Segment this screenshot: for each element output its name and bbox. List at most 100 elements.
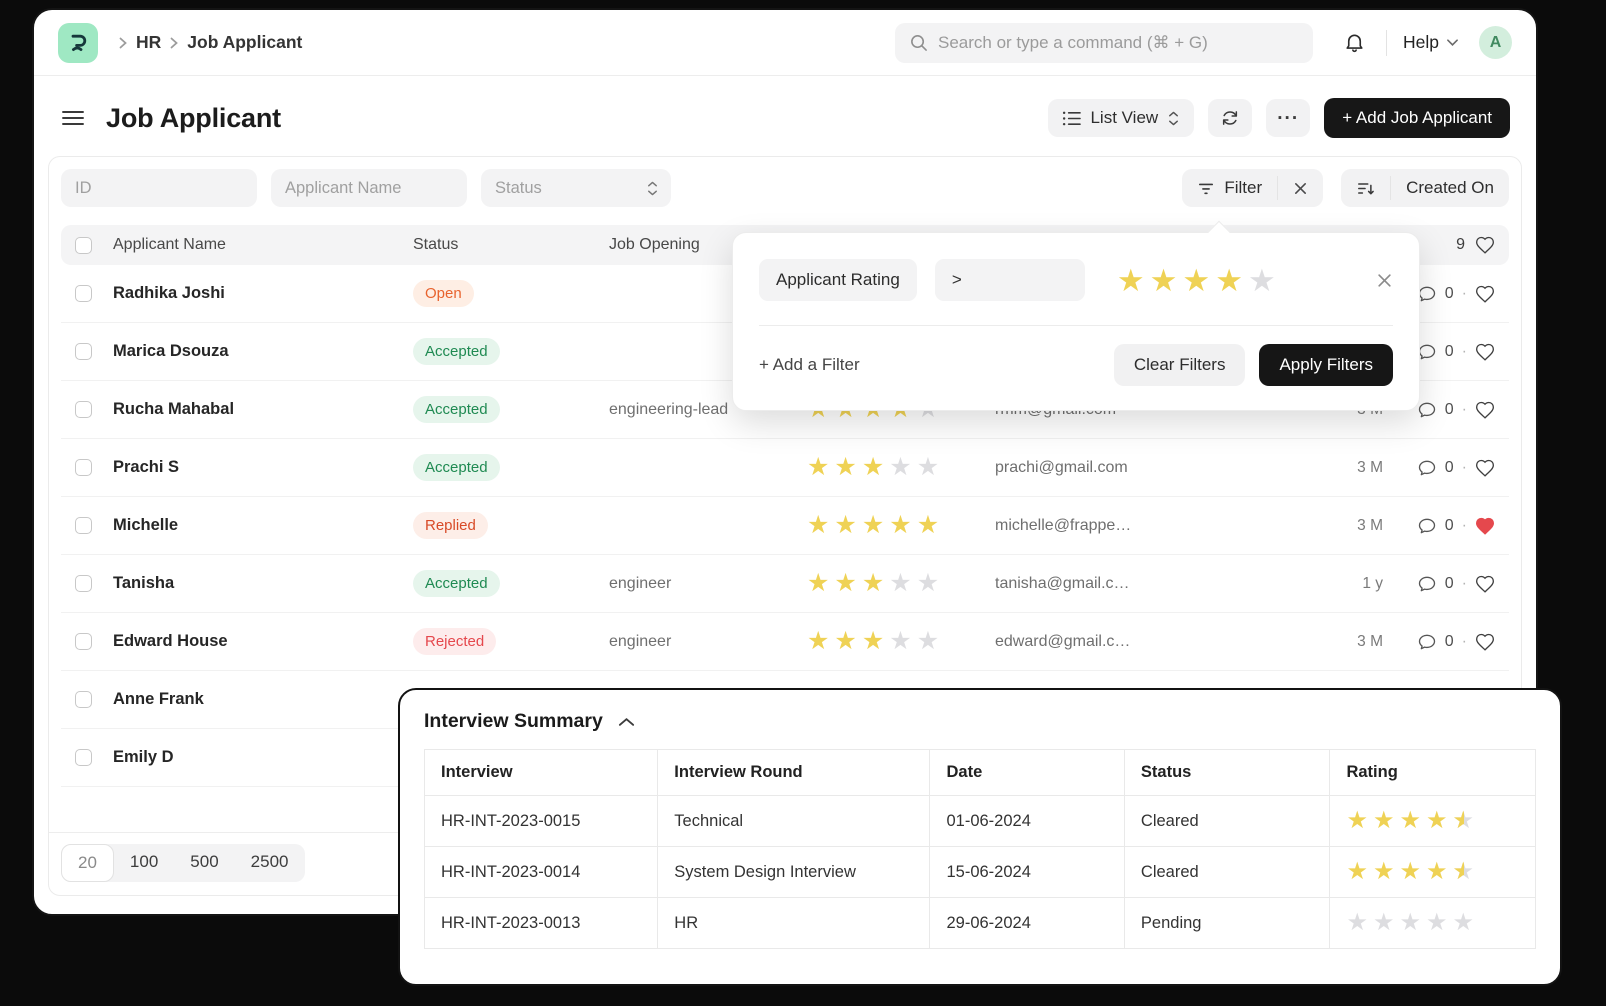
add-job-applicant-button[interactable]: + Add Job Applicant	[1324, 98, 1510, 138]
table-row[interactable]: Edward House Rejected engineer ★ ★ ★ ★ ★ edw…	[61, 613, 1509, 671]
row-checkbox[interactable]	[75, 285, 92, 302]
row-rating: ★★★★★	[807, 511, 940, 539]
table-row[interactable]: Tanisha Accepted engineer ★ ★ ★ ★ ★ tanisha@…	[61, 555, 1509, 613]
interview-table-row[interactable]: HR-INT-2023-0014 System Design Interview…	[423, 846, 1536, 898]
interview-summary-header[interactable]: Interview Summary	[424, 710, 1536, 733]
row-checkbox[interactable]	[75, 691, 92, 708]
user-avatar[interactable]: A	[1479, 26, 1512, 59]
interview-status: Cleared	[1123, 846, 1331, 898]
interview-table-row[interactable]: HR-INT-2023-0013 HR 29-06-2024 Pending ★…	[423, 897, 1536, 949]
applicant-name[interactable]: Anne Frank	[113, 690, 413, 709]
page-size-500[interactable]: 500	[174, 844, 234, 882]
list-view-icon	[1063, 111, 1082, 125]
applicant-name[interactable]: Emily D	[113, 748, 413, 767]
filter-rating-stars[interactable]: ★ ★ ★ ★ ★	[1117, 265, 1276, 296]
heart-icon[interactable]	[1475, 632, 1495, 652]
heart-icon[interactable]	[1475, 342, 1495, 362]
sort-direction-button[interactable]	[1341, 169, 1390, 207]
filter-button-group: Filter	[1182, 169, 1324, 207]
row-modified: 3 M	[1357, 516, 1383, 534]
applicant-name[interactable]: Prachi S	[113, 458, 413, 477]
interview-table-row[interactable]: HR-INT-2023-0015 Technical 01-06-2024 Cl…	[423, 795, 1536, 847]
sidebar-toggle-button[interactable]	[58, 105, 88, 131]
status-badge: Accepted	[413, 454, 500, 481]
applicant-name[interactable]: Radhika Joshi	[113, 284, 413, 303]
menu-icon	[62, 111, 84, 125]
clear-filters-button[interactable]: Clear Filters	[1113, 344, 1246, 386]
remove-filter-button[interactable]	[1376, 272, 1393, 289]
row-checkbox[interactable]	[75, 343, 92, 360]
page-size-2500[interactable]: 2500	[235, 844, 305, 882]
page-size-100[interactable]: 100	[114, 844, 174, 882]
interview-rating: ★ ★ ★ ★ ★	[1346, 909, 1475, 936]
comment-icon	[1418, 576, 1435, 591]
app-logo[interactable]	[58, 22, 98, 63]
heart-icon[interactable]	[1475, 458, 1495, 478]
col-rating: Rating	[1329, 749, 1536, 796]
job-opening: engineer	[609, 574, 672, 592]
breadcrumb-job-applicant[interactable]: Job Applicant	[187, 32, 302, 53]
applicant-name[interactable]: Tanisha	[113, 574, 413, 593]
comment-count: 0	[1444, 284, 1454, 302]
applicant-name[interactable]: Michelle	[113, 516, 413, 535]
help-menu[interactable]: Help	[1403, 32, 1459, 53]
interview-table-header: Interview Interview Round Date Status Ra…	[423, 749, 1536, 796]
clear-filter-x-button[interactable]	[1278, 169, 1323, 207]
filter-operator-select[interactable]: >	[934, 259, 1085, 301]
select-all-checkbox[interactable]	[75, 236, 92, 254]
filter-field-select[interactable]: Applicant Rating	[759, 259, 917, 301]
interview-date: 29-06-2024	[929, 897, 1125, 949]
row-checkbox[interactable]	[75, 459, 92, 476]
sort-field-button[interactable]: Created On	[1391, 169, 1509, 207]
row-modified: 3 M	[1357, 632, 1383, 650]
chevron-up-icon	[618, 717, 634, 726]
global-search-input[interactable]: Search or type a command (⌘ + G)	[895, 22, 1313, 63]
row-checkbox[interactable]	[75, 517, 92, 534]
view-switcher-button[interactable]: List View	[1048, 99, 1195, 137]
refresh-button[interactable]	[1208, 99, 1253, 137]
page-title: Job Applicant	[106, 102, 281, 133]
record-count: 9	[1456, 236, 1465, 253]
row-checkbox[interactable]	[75, 633, 92, 650]
job-opening: engineer	[609, 632, 672, 650]
sort-field-label: Created On	[1406, 178, 1494, 197]
row-meta: 0 ·	[1383, 458, 1495, 478]
comment-icon	[1418, 518, 1435, 533]
like-filter-heart-icon[interactable]	[1475, 235, 1495, 255]
more-options-button[interactable]: ···	[1266, 99, 1311, 137]
breadcrumb-hr[interactable]: HR	[136, 32, 161, 53]
add-filter-link[interactable]: + Add a Filter	[759, 355, 860, 375]
applicant-name[interactable]: Edward House	[113, 632, 413, 651]
col-interview: Interview	[423, 749, 659, 796]
interview-status: Pending	[1123, 897, 1331, 949]
column-applicant-name[interactable]: Applicant Name	[113, 236, 413, 254]
close-icon	[1378, 273, 1391, 287]
heart-icon[interactable]	[1475, 574, 1495, 594]
close-icon	[1295, 182, 1307, 194]
status-badge: Accepted	[413, 338, 500, 365]
heart-icon[interactable]	[1475, 284, 1495, 304]
row-checkbox[interactable]	[75, 575, 92, 592]
row-checkbox[interactable]	[75, 401, 92, 418]
applicant-name[interactable]: Rucha Mahabal	[113, 400, 413, 419]
status-filter-select[interactable]: Status	[481, 169, 671, 207]
row-meta: 0 ·	[1383, 516, 1495, 536]
bell-icon	[1346, 34, 1363, 53]
heart-icon[interactable]	[1475, 516, 1495, 536]
row-email: michelle@frappe…	[995, 516, 1132, 534]
table-row[interactable]: Prachi S Accepted ★ ★ ★ ★ ★ prachi@gmail.com…	[61, 439, 1509, 497]
id-filter-input[interactable]	[61, 169, 257, 207]
page-size-20[interactable]: 20	[61, 844, 114, 882]
row-checkbox[interactable]	[75, 749, 92, 766]
interview-status: Cleared	[1123, 795, 1331, 847]
filter-button[interactable]: Filter	[1182, 169, 1277, 207]
notifications-button[interactable]	[1339, 27, 1370, 58]
comment-count: 0	[1444, 632, 1454, 650]
apply-filters-button[interactable]: Apply Filters	[1259, 344, 1393, 386]
heart-icon[interactable]	[1475, 400, 1495, 420]
page-header: Job Applicant List View ··· + Add Job Ap…	[34, 76, 1536, 146]
applicant-name[interactable]: Marica Dsouza	[113, 342, 413, 361]
table-row[interactable]: Michelle Replied ★ ★ ★ ★ ★ michelle@frappe… …	[61, 497, 1509, 555]
applicant-name-filter-input[interactable]	[271, 169, 467, 207]
column-status[interactable]: Status	[413, 236, 609, 254]
